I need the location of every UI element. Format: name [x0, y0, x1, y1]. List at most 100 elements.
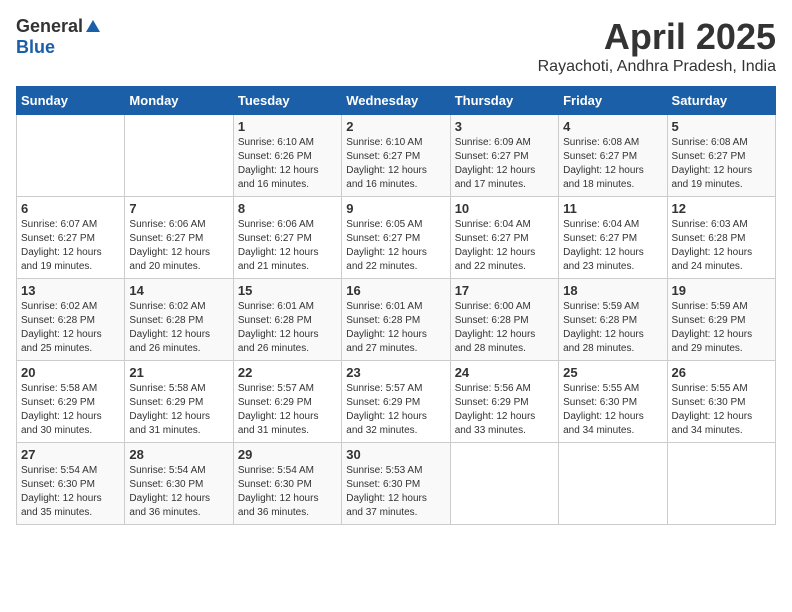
- day-cell-5-5: [450, 443, 558, 525]
- day-cell-5-3: 29 Sunrise: 5:54 AM Sunset: 6:30 PM Dayli…: [233, 443, 341, 525]
- day-cell-2-7: 12 Sunrise: 6:03 AM Sunset: 6:28 PM Dayli…: [667, 197, 775, 279]
- day-cell-5-2: 28 Sunrise: 5:54 AM Sunset: 6:30 PM Dayli…: [125, 443, 233, 525]
- day-number: 5: [672, 119, 771, 134]
- day-number: 18: [563, 283, 662, 298]
- location-title: Rayachoti, Andhra Pradesh, India: [538, 58, 776, 76]
- day-cell-3-5: 17 Sunrise: 6:00 AM Sunset: 6:28 PM Dayli…: [450, 279, 558, 361]
- day-info: Sunrise: 5:57 AM Sunset: 6:29 PM Dayligh…: [346, 382, 445, 438]
- day-cell-4-5: 24 Sunrise: 5:56 AM Sunset: 6:29 PM Dayli…: [450, 361, 558, 443]
- week-row-2: 6Sunrise: 6:07 AM Sunset: 6:27 PM Daylig…: [17, 197, 776, 279]
- day-cell-2-2: 7Sunrise: 6:06 AM Sunset: 6:27 PM Daylig…: [125, 197, 233, 279]
- day-cell-1-3: 1 Sunrise: 6:10 AM Sunset: 6:26 PM Daylig…: [233, 115, 341, 197]
- day-cell-2-3: 8 Sunrise: 6:06 AM Sunset: 6:27 PM Daylig…: [233, 197, 341, 279]
- day-number: 28: [129, 447, 228, 462]
- week-row-4: 20 Sunrise: 5:58 AM Sunset: 6:29 PM Dayli…: [17, 361, 776, 443]
- day-info: Sunrise: 5:54 AM Sunset: 6:30 PM Dayligh…: [21, 464, 120, 520]
- day-cell-3-1: 13 Sunrise: 6:02 AM Sunset: 6:28 PM Dayli…: [17, 279, 125, 361]
- day-info: Sunrise: 6:00 AM Sunset: 6:28 PM Dayligh…: [455, 300, 554, 356]
- col-friday: Friday: [559, 87, 667, 115]
- day-number: 29: [238, 447, 337, 462]
- day-info: Sunrise: 5:55 AM Sunset: 6:30 PM Dayligh…: [563, 382, 662, 438]
- day-number: 8: [238, 201, 337, 216]
- day-number: 27: [21, 447, 120, 462]
- day-info: Sunrise: 6:10 AM Sunset: 6:26 PM Dayligh…: [238, 136, 337, 192]
- title-section: April 2025 Rayachoti, Andhra Pradesh, In…: [538, 16, 776, 76]
- col-sunday: Sunday: [17, 87, 125, 115]
- day-info: Sunrise: 6:08 AM Sunset: 6:27 PM Dayligh…: [563, 136, 662, 192]
- day-cell-2-1: 6Sunrise: 6:07 AM Sunset: 6:27 PM Daylig…: [17, 197, 125, 279]
- day-number: 2: [346, 119, 445, 134]
- logo-blue: Blue: [16, 37, 55, 58]
- header-row: Sunday Monday Tuesday Wednesday Thursday…: [17, 87, 776, 115]
- day-number: 11: [563, 201, 662, 216]
- day-number: 10: [455, 201, 554, 216]
- day-info: Sunrise: 6:10 AM Sunset: 6:27 PM Dayligh…: [346, 136, 445, 192]
- day-info: Sunrise: 6:02 AM Sunset: 6:28 PM Dayligh…: [21, 300, 120, 356]
- day-cell-4-3: 22Sunrise: 5:57 AM Sunset: 6:29 PM Dayli…: [233, 361, 341, 443]
- day-cell-4-1: 20 Sunrise: 5:58 AM Sunset: 6:29 PM Dayli…: [17, 361, 125, 443]
- day-number: 13: [21, 283, 120, 298]
- day-number: 24: [455, 365, 554, 380]
- col-wednesday: Wednesday: [342, 87, 450, 115]
- header: General Blue April 2025 Rayachoti, Andhr…: [16, 16, 776, 76]
- day-cell-5-7: [667, 443, 775, 525]
- day-number: 20: [21, 365, 120, 380]
- day-number: 3: [455, 119, 554, 134]
- col-saturday: Saturday: [667, 87, 775, 115]
- day-number: 12: [672, 201, 771, 216]
- day-number: 7: [129, 201, 228, 216]
- day-number: 15: [238, 283, 337, 298]
- day-number: 25: [563, 365, 662, 380]
- col-thursday: Thursday: [450, 87, 558, 115]
- day-info: Sunrise: 6:02 AM Sunset: 6:28 PM Dayligh…: [129, 300, 228, 356]
- week-row-5: 27 Sunrise: 5:54 AM Sunset: 6:30 PM Dayli…: [17, 443, 776, 525]
- month-title: April 2025: [538, 16, 776, 58]
- day-info: Sunrise: 5:58 AM Sunset: 6:29 PM Dayligh…: [129, 382, 228, 438]
- day-info: Sunrise: 5:56 AM Sunset: 6:29 PM Dayligh…: [455, 382, 554, 438]
- col-monday: Monday: [125, 87, 233, 115]
- day-cell-1-2: [125, 115, 233, 197]
- day-info: Sunrise: 5:54 AM Sunset: 6:30 PM Dayligh…: [238, 464, 337, 520]
- day-info: Sunrise: 6:04 AM Sunset: 6:27 PM Dayligh…: [563, 218, 662, 274]
- week-row-3: 13 Sunrise: 6:02 AM Sunset: 6:28 PM Dayli…: [17, 279, 776, 361]
- calendar-table: Sunday Monday Tuesday Wednesday Thursday…: [16, 86, 776, 525]
- week-row-1: 1 Sunrise: 6:10 AM Sunset: 6:26 PM Daylig…: [17, 115, 776, 197]
- day-info: Sunrise: 5:59 AM Sunset: 6:28 PM Dayligh…: [563, 300, 662, 356]
- day-info: Sunrise: 5:54 AM Sunset: 6:30 PM Dayligh…: [129, 464, 228, 520]
- day-info: Sunrise: 5:55 AM Sunset: 6:30 PM Dayligh…: [672, 382, 771, 438]
- day-info: Sunrise: 6:01 AM Sunset: 6:28 PM Dayligh…: [346, 300, 445, 356]
- day-cell-1-6: 4 Sunrise: 6:08 AM Sunset: 6:27 PM Daylig…: [559, 115, 667, 197]
- day-cell-4-6: 25 Sunrise: 5:55 AM Sunset: 6:30 PM Dayli…: [559, 361, 667, 443]
- day-info: Sunrise: 6:01 AM Sunset: 6:28 PM Dayligh…: [238, 300, 337, 356]
- day-info: Sunrise: 6:04 AM Sunset: 6:27 PM Dayligh…: [455, 218, 554, 274]
- day-number: 4: [563, 119, 662, 134]
- day-cell-2-6: 11 Sunrise: 6:04 AM Sunset: 6:27 PM Dayli…: [559, 197, 667, 279]
- day-info: Sunrise: 5:58 AM Sunset: 6:29 PM Dayligh…: [21, 382, 120, 438]
- day-info: Sunrise: 6:08 AM Sunset: 6:27 PM Dayligh…: [672, 136, 771, 192]
- day-cell-1-1: [17, 115, 125, 197]
- day-number: 1: [238, 119, 337, 134]
- day-cell-4-4: 23Sunrise: 5:57 AM Sunset: 6:29 PM Dayli…: [342, 361, 450, 443]
- day-info: Sunrise: 6:05 AM Sunset: 6:27 PM Dayligh…: [346, 218, 445, 274]
- day-number: 22: [238, 365, 337, 380]
- day-info: Sunrise: 6:06 AM Sunset: 6:27 PM Dayligh…: [238, 218, 337, 274]
- day-number: 21: [129, 365, 228, 380]
- day-cell-3-3: 15 Sunrise: 6:01 AM Sunset: 6:28 PM Dayli…: [233, 279, 341, 361]
- day-info: Sunrise: 6:03 AM Sunset: 6:28 PM Dayligh…: [672, 218, 771, 274]
- day-cell-1-5: 3Sunrise: 6:09 AM Sunset: 6:27 PM Daylig…: [450, 115, 558, 197]
- day-cell-3-2: 14Sunrise: 6:02 AM Sunset: 6:28 PM Dayli…: [125, 279, 233, 361]
- day-cell-2-5: 10 Sunrise: 6:04 AM Sunset: 6:27 PM Dayli…: [450, 197, 558, 279]
- day-cell-3-4: 16 Sunrise: 6:01 AM Sunset: 6:28 PM Dayli…: [342, 279, 450, 361]
- day-cell-5-4: 30Sunrise: 5:53 AM Sunset: 6:30 PM Dayli…: [342, 443, 450, 525]
- day-number: 16: [346, 283, 445, 298]
- day-info: Sunrise: 5:59 AM Sunset: 6:29 PM Dayligh…: [672, 300, 771, 356]
- day-number: 19: [672, 283, 771, 298]
- day-cell-1-4: 2 Sunrise: 6:10 AM Sunset: 6:27 PM Daylig…: [342, 115, 450, 197]
- day-number: 17: [455, 283, 554, 298]
- logo-general: General: [16, 16, 83, 37]
- day-info: Sunrise: 6:07 AM Sunset: 6:27 PM Dayligh…: [21, 218, 120, 274]
- day-number: 30: [346, 447, 445, 462]
- day-number: 9: [346, 201, 445, 216]
- day-cell-4-7: 26Sunrise: 5:55 AM Sunset: 6:30 PM Dayli…: [667, 361, 775, 443]
- day-cell-2-4: 9 Sunrise: 6:05 AM Sunset: 6:27 PM Daylig…: [342, 197, 450, 279]
